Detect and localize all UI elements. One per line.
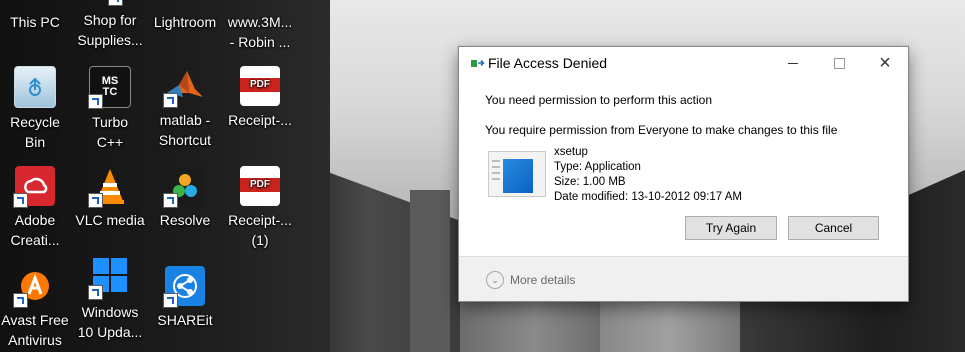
windows-logo-icon bbox=[88, 252, 130, 300]
desktop-icon-label: VLC media bbox=[75, 212, 145, 228]
minimize-button[interactable] bbox=[770, 47, 816, 79]
desktop-icon-shop-supplies[interactable]: Shop for Supplies... bbox=[72, 0, 148, 50]
shortcut-arrow-icon bbox=[88, 94, 103, 109]
close-button[interactable]: × bbox=[862, 47, 908, 79]
desktop-icon-label: Receipt-... bbox=[228, 112, 292, 128]
shortcut-arrow-icon bbox=[88, 285, 103, 300]
adobe-creative-cloud-icon bbox=[13, 166, 55, 208]
pdf-badge: PDF bbox=[240, 178, 280, 192]
desktop-icon-label: matlab - Shortcut bbox=[158, 112, 212, 148]
dialog-footer: ⌄ More details bbox=[459, 256, 908, 301]
desktop-icon-receipt-1[interactable]: PDF Receipt-... bbox=[222, 66, 298, 130]
try-again-button[interactable]: Try Again bbox=[685, 216, 777, 240]
thumb-stripe bbox=[492, 166, 500, 168]
maximize-button[interactable] bbox=[816, 47, 862, 79]
turbo-cpp-icon-text: MS TC bbox=[101, 75, 119, 98]
desktop-icon-turbo-cpp[interactable]: MS TC Turbo C++ bbox=[72, 66, 148, 152]
desktop-icon-avast[interactable]: Avast Free Antivirus bbox=[0, 266, 73, 350]
close-icon: × bbox=[879, 51, 891, 74]
dialog-titlebar[interactable]: File Access Denied × bbox=[459, 47, 908, 79]
shortcut-arrow-icon bbox=[163, 193, 178, 208]
dialog-message: You need permission to perform this acti… bbox=[485, 93, 713, 107]
desktop-icon-shareit[interactable]: SHAREit bbox=[147, 266, 223, 330]
maximize-icon bbox=[833, 57, 845, 69]
desktop-icon-label: SHAREit bbox=[157, 312, 213, 328]
desktop-icon-label: Lightroom bbox=[153, 14, 217, 30]
shortcut-arrow-icon bbox=[163, 293, 178, 308]
dialog-title: File Access Denied bbox=[488, 55, 608, 71]
desktop-icon-label: Resolve bbox=[159, 212, 211, 228]
desktop-icon-recycle-bin[interactable]: Recycle Bin bbox=[0, 66, 73, 152]
desktop-icon-matlab[interactable]: matlab - Shortcut bbox=[147, 66, 223, 150]
shortcut-arrow-icon bbox=[13, 293, 28, 308]
shortcut-arrow-icon bbox=[108, 0, 123, 6]
file-metadata: xsetup Type: Application Size: 1.00 MB D… bbox=[554, 145, 742, 205]
pdf-file-icon: PDF bbox=[240, 66, 280, 106]
thumb-stripe bbox=[492, 172, 500, 174]
desktop-icon-this-pc[interactable]: This PC bbox=[0, 0, 73, 32]
desktop-icon-label: Receipt-... (1) bbox=[228, 212, 292, 248]
desktop-icon-windows-update[interactable]: Windows 10 Upda... bbox=[72, 252, 148, 342]
pdf-badge: PDF bbox=[240, 78, 280, 92]
desktop-icon-label: Shop for Supplies... bbox=[77, 12, 143, 48]
thumb-window bbox=[503, 159, 533, 193]
desktop-icon-label: Avast Free Antivirus bbox=[1, 312, 69, 348]
cancel-button[interactable]: Cancel bbox=[788, 216, 879, 240]
desktop-icon-label: Recycle Bin bbox=[10, 114, 60, 150]
more-details-label: More details bbox=[510, 273, 576, 287]
desktop-icon-adobe-creative[interactable]: Adobe Creati... bbox=[0, 166, 73, 250]
shareit-icon bbox=[163, 266, 205, 308]
shortcut-arrow-icon bbox=[163, 93, 178, 108]
pdf-file-icon: PDF bbox=[240, 166, 280, 206]
thumb-stripe bbox=[492, 160, 500, 162]
desktop-icon-www3m[interactable]: www.3M... - Robin ... bbox=[222, 0, 298, 52]
shortcut-arrow-icon bbox=[88, 193, 103, 208]
thumb-stripe bbox=[492, 178, 500, 180]
application-file-icon bbox=[488, 151, 546, 197]
desktop-icon-vlc[interactable]: VLC media bbox=[72, 166, 148, 230]
vlc-cone-icon bbox=[88, 166, 130, 208]
chevron-down-icon: ⌄ bbox=[486, 271, 504, 289]
avast-icon bbox=[13, 266, 55, 308]
minimize-icon bbox=[788, 62, 798, 64]
turbo-cpp-icon: MS TC bbox=[88, 66, 131, 109]
desktop-icon-label: This PC bbox=[10, 14, 60, 30]
davinci-resolve-icon bbox=[163, 166, 205, 208]
desktop-icon-label: Adobe Creati... bbox=[10, 212, 60, 248]
more-details-toggle[interactable]: ⌄ More details bbox=[486, 271, 575, 289]
dialog-detail: You require permission from Everyone to … bbox=[485, 123, 838, 137]
desktop-icon-receipt-2[interactable]: PDF Receipt-... (1) bbox=[222, 166, 298, 250]
desktop-icon-resolve[interactable]: Resolve bbox=[147, 166, 223, 230]
file-name: xsetup bbox=[554, 146, 588, 158]
desktop-icon-label: Windows 10 Upda... bbox=[77, 304, 143, 340]
wallpaper-tower bbox=[410, 190, 450, 352]
file-modified: Date modified: 13-10-2012 09:17 AM bbox=[554, 191, 742, 203]
file-type: Type: Application bbox=[554, 161, 641, 173]
recycle-bin-icon bbox=[14, 66, 56, 108]
file-access-denied-dialog: File Access Denied × You need permission… bbox=[458, 46, 909, 302]
desktop-icon-label: Turbo C++ bbox=[91, 114, 129, 150]
file-size: Size: 1.00 MB bbox=[554, 176, 626, 188]
shortcut-arrow-icon bbox=[13, 193, 28, 208]
matlab-icon bbox=[163, 66, 205, 108]
desktop-icon-lightroom[interactable]: Lightroom bbox=[147, 0, 223, 32]
file-move-icon bbox=[471, 59, 485, 67]
desktop-icon-label: www.3M... - Robin ... bbox=[227, 14, 293, 50]
